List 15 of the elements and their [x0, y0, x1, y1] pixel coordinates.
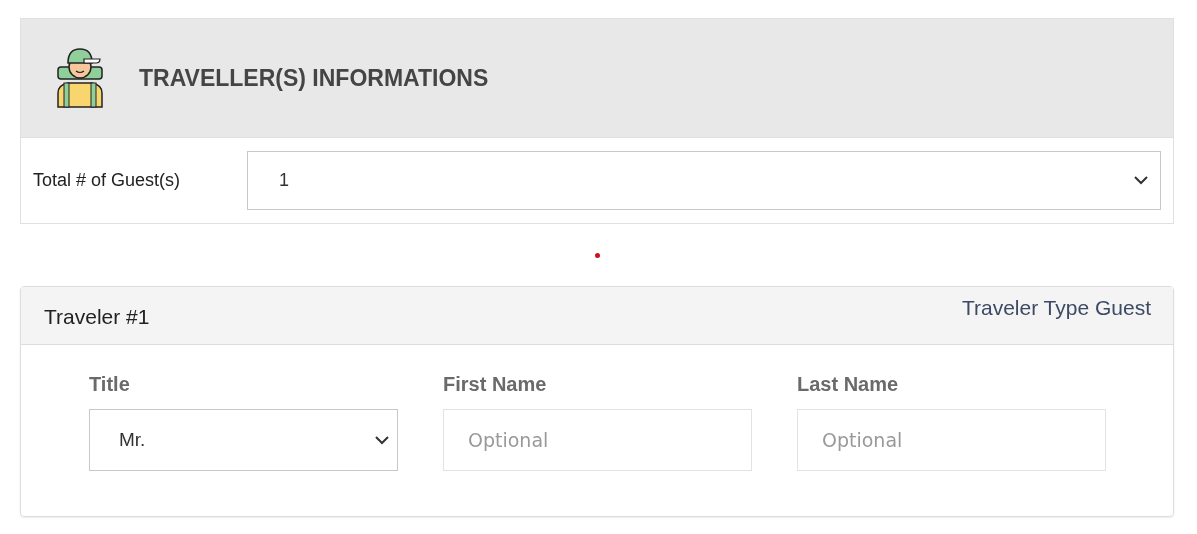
status-dot — [594, 252, 600, 258]
traveler-type: Traveler Type Guest — [961, 295, 1151, 321]
traveler-icon — [54, 47, 106, 109]
guest-count-label: Total # of Guest(s) — [33, 170, 182, 191]
name-input[interactable]: Optional — [443, 409, 752, 471]
field-label: Title — [89, 373, 131, 396]
chevron-down-icon — [375, 435, 389, 445]
field-label: First Name — [443, 373, 548, 396]
field-label: Last Name — [797, 373, 900, 396]
title-select[interactable]: Mr. — [89, 409, 398, 471]
name-input[interactable]: Optional — [797, 409, 1106, 471]
chevron-down-icon — [1134, 176, 1148, 185]
traveler-title: Traveler #1 — [44, 305, 150, 330]
guest-count-select[interactable]: 1 — [247, 151, 1161, 210]
section-title: TRAVELLER(S) INFORMATIONS — [139, 64, 489, 92]
